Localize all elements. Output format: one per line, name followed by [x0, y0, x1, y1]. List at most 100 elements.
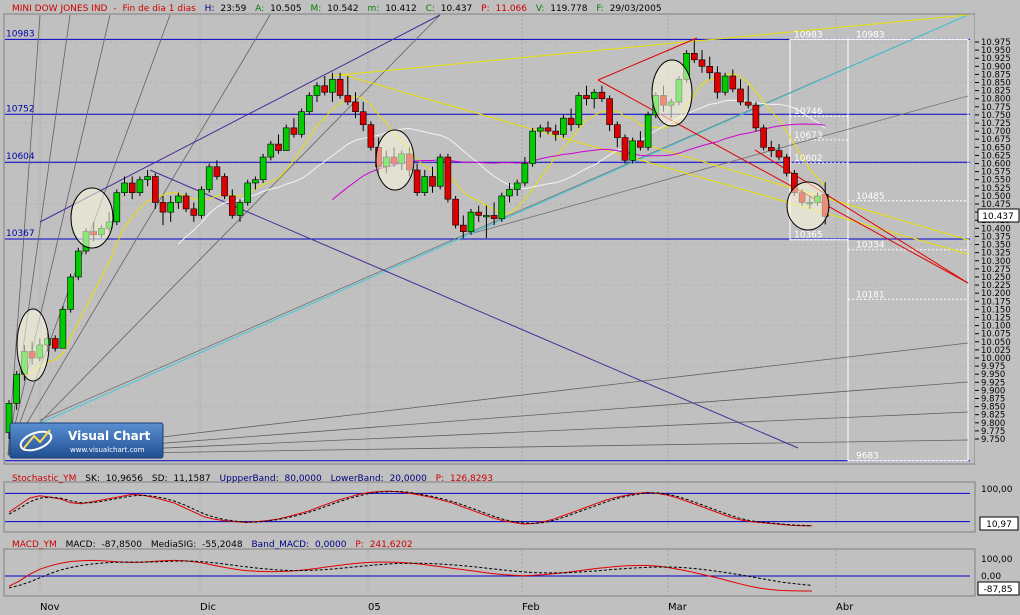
chart-svg: 10983 10752 10604 10367 10983 10746 10673 10602… — [3, 4, 1020, 613]
stochastic-name: Stochastic_YM — [12, 474, 76, 484]
macd-panel — [3, 548, 976, 597]
bear-candle-body — [567, 117, 575, 125]
bear-candle-body — [613, 124, 621, 138]
candle — [467, 208, 475, 235]
symbol-label: MINI DOW JONES IND — [12, 4, 108, 14]
bull-candle-body — [252, 179, 259, 184]
low-value: 10.412 — [385, 4, 417, 14]
x-tick-label: Abr — [836, 602, 854, 613]
chart-window: 10983 10752 10604 10367 10983 10746 10673 10602… — [0, 0, 1020, 615]
support-resistance-label: 10604 — [6, 152, 35, 162]
candle — [529, 127, 536, 167]
pattern-circle — [375, 129, 415, 191]
bull-candle-body — [113, 192, 121, 223]
bear-candle-body — [552, 130, 560, 135]
bear-candle-body — [213, 166, 221, 177]
support-resistance-label: 10367 — [6, 229, 35, 239]
bear-candle-body — [229, 195, 236, 216]
candle — [498, 192, 506, 222]
pattern-circle — [786, 181, 830, 231]
pattern-circle — [16, 308, 50, 382]
bull-candle-body — [198, 189, 205, 216]
bear-candle-body — [583, 95, 590, 100]
p-value: 11.066 — [496, 4, 528, 14]
x-tick-label: 05 — [368, 602, 381, 613]
logo-url: www.visualchart.com — [70, 446, 145, 454]
bear-candle-body — [275, 143, 282, 151]
bear-candle-body — [752, 104, 760, 129]
bear-candle-body — [352, 101, 359, 112]
bear-candle-body — [459, 224, 467, 232]
candle — [644, 111, 652, 151]
bear-candle-body — [321, 85, 329, 93]
candle — [621, 134, 629, 164]
bull-candle-body — [175, 195, 182, 203]
svg-text:-87,85: -87,85 — [983, 585, 1012, 595]
bear-candle-body — [714, 72, 721, 93]
bull-candle-body — [13, 373, 20, 404]
stochastic-value-tag: 10,97 — [979, 516, 1019, 531]
macd-value-tag: -87,85 — [977, 581, 1020, 596]
bear-candle-body — [737, 88, 744, 103]
bear-candle-body — [637, 140, 644, 148]
bear-candle-body — [128, 182, 136, 193]
candle — [452, 195, 459, 229]
bull-candle-body — [244, 182, 251, 203]
candle — [305, 92, 313, 115]
bear-candle-body — [598, 91, 606, 100]
bull-candle-body — [282, 127, 290, 151]
open-value: 10.505 — [270, 4, 302, 14]
bull-candle-body — [590, 91, 598, 100]
bull-candle-body — [121, 182, 128, 193]
bear-candle-body — [729, 75, 737, 90]
bull-candle-body — [483, 215, 490, 218]
fibonacci-label: 10181 — [856, 290, 885, 300]
bear-candle-body — [413, 169, 421, 193]
candle — [560, 114, 567, 138]
bull-candle-body — [536, 127, 544, 132]
candle — [783, 153, 791, 177]
bull-candle-body — [167, 202, 174, 213]
macd-axis-label: 100,00 — [981, 555, 1013, 565]
stochastic-panel — [3, 481, 976, 533]
fibonacci-label: 10983 — [856, 30, 885, 40]
bull-candle-body — [144, 176, 151, 181]
bear-candle-body — [706, 66, 714, 74]
y-tick-label: 9.750 — [981, 435, 1005, 445]
candle — [575, 92, 583, 128]
x-tick-label: Nov — [40, 602, 60, 613]
fibonacci-label: 10673 — [794, 131, 823, 141]
fibonacci-label: 10334 — [856, 241, 885, 251]
bear-candle-body — [344, 95, 352, 103]
bull-candle-body — [421, 176, 429, 193]
bear-candle-body — [452, 198, 459, 226]
x-tick-label: Mar — [668, 602, 688, 613]
bear-candle-body — [744, 101, 752, 106]
bull-candle-body — [513, 182, 521, 190]
x-tick-label: Feb — [522, 602, 540, 613]
bear-candle-body — [606, 98, 613, 125]
bull-candle-body — [329, 78, 336, 93]
bull-candle-body — [629, 140, 637, 161]
fibonacci-label: 10602 — [794, 154, 823, 164]
x-tick-label: Dic — [200, 602, 216, 613]
bear-candle-body — [51, 338, 59, 349]
bull-candle-body — [236, 202, 244, 216]
candle — [629, 137, 637, 164]
bear-candle-body — [159, 202, 167, 213]
hour-value: 23:59 — [220, 4, 246, 14]
pattern-circle — [651, 59, 693, 127]
bull-candle-body — [467, 211, 475, 232]
fibonacci-label: 10746 — [794, 107, 823, 117]
candle — [282, 124, 290, 151]
bear-candle-body — [775, 150, 783, 158]
bull-candle-body — [136, 179, 144, 193]
bull-candle-body — [575, 95, 583, 125]
bear-candle-body — [221, 176, 228, 197]
bear-candle-body — [359, 111, 367, 125]
bull-candle-body — [305, 95, 313, 112]
support-resistance-label: 10752 — [6, 104, 35, 114]
candle — [760, 124, 767, 151]
bull-candle-body — [75, 250, 82, 278]
bull-candle-body — [67, 276, 74, 310]
